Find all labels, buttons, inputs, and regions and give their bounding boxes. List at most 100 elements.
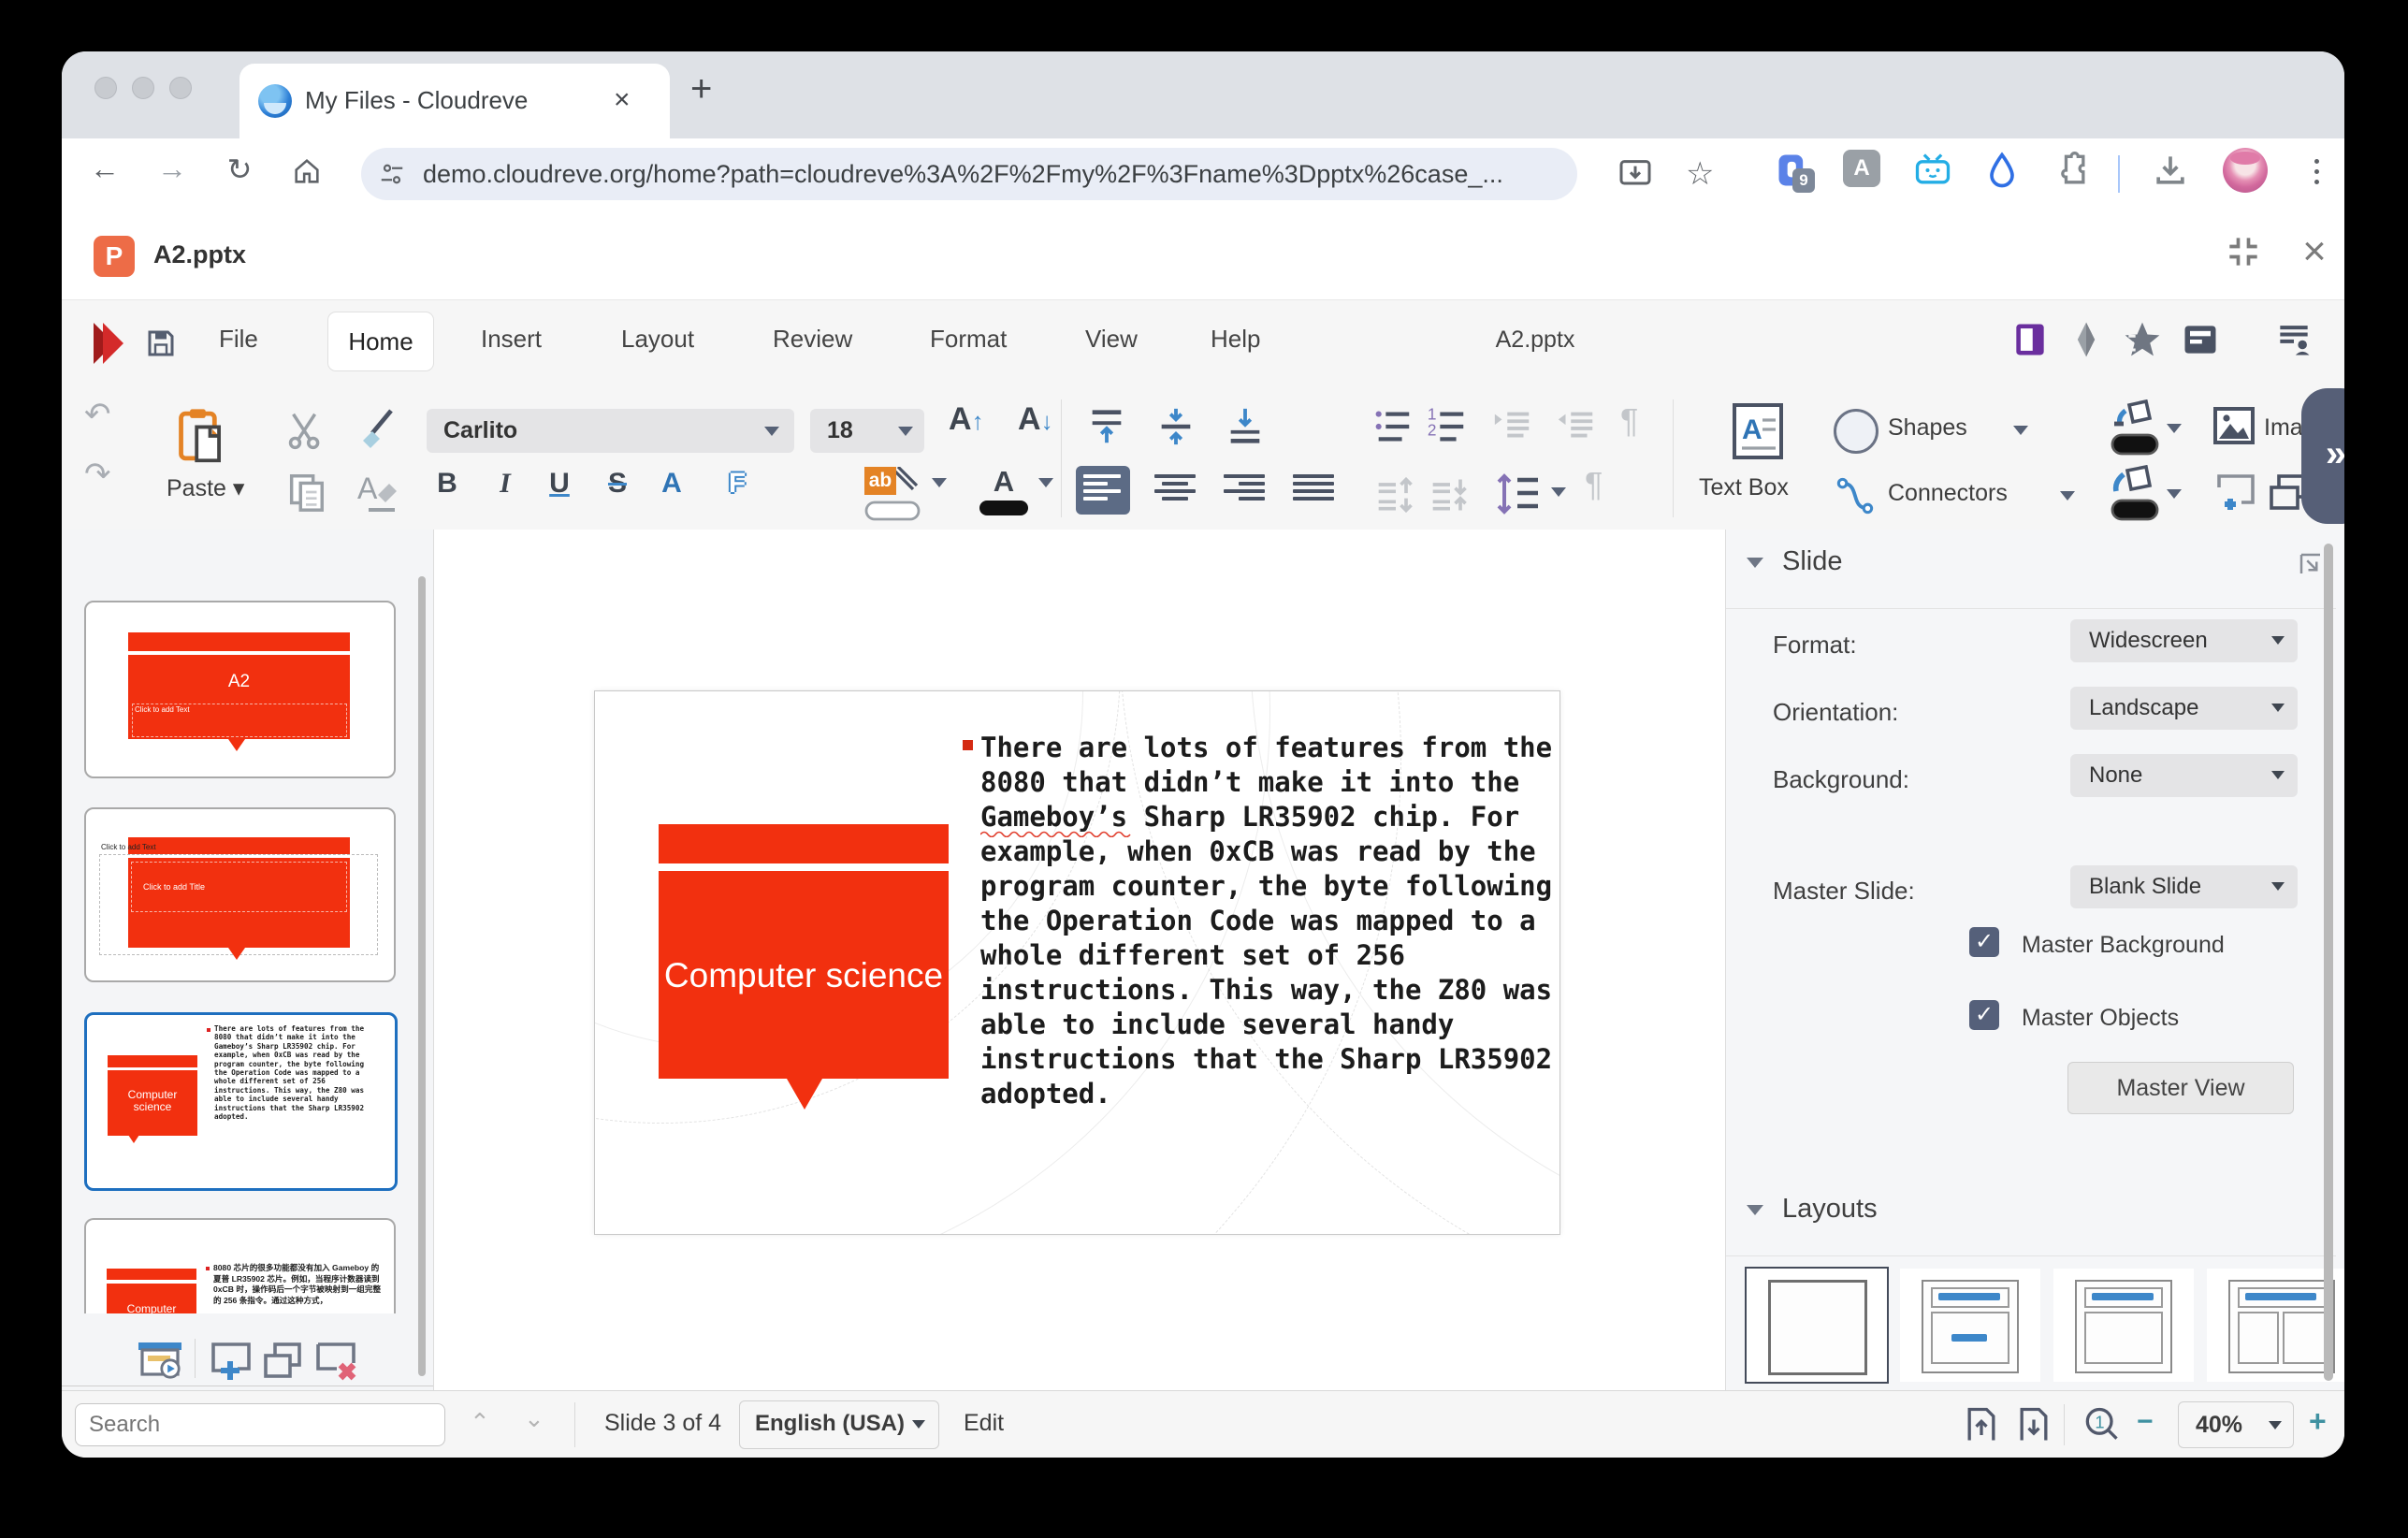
find-next-icon[interactable]: ⌃ [524, 1402, 544, 1431]
format-select[interactable]: Widescreen [2070, 619, 2298, 662]
menu-view[interactable]: View [1085, 325, 1138, 354]
fit-slide-icon[interactable] [1961, 1404, 2002, 1445]
save-icon[interactable] [144, 326, 178, 360]
current-slide[interactable]: Computer science There are lots of featu… [594, 690, 1560, 1235]
browser-menu-icon[interactable] [2298, 153, 2335, 195]
zoom-100-icon[interactable]: 1 [2081, 1404, 2122, 1445]
layout-blank-selected[interactable] [1747, 1269, 1887, 1382]
search-input[interactable] [75, 1403, 445, 1446]
align-bottom-icon[interactable] [1224, 405, 1267, 448]
layout-title-body[interactable] [2053, 1269, 2194, 1382]
slide-title-shape[interactable]: Computer science [659, 871, 949, 1079]
text-direction-icon[interactable]: ¶ [1620, 401, 1638, 441]
shapes-icon[interactable] [1834, 409, 1879, 454]
outline-color-caret-icon[interactable] [2167, 424, 2182, 433]
paste-button[interactable]: Paste ▾ [167, 474, 244, 502]
align-left-button[interactable] [1076, 466, 1130, 515]
profile-avatar[interactable] [2223, 148, 2268, 193]
text-box-button[interactable]: Text Box [1699, 474, 1789, 501]
slide-thumbnail-4[interactable]: Computer 8080 芯片的很多功能都没有加入 Gameboy 的夏普 L… [84, 1218, 396, 1313]
install-app-icon[interactable] [1617, 155, 1654, 193]
line-spacing-icon[interactable] [1495, 471, 1542, 517]
bilibili-extension-icon[interactable] [1912, 150, 1953, 191]
shapes-caret-icon[interactable] [2013, 426, 2028, 435]
address-bar[interactable]: demo.cloudreve.org/home?path=cloudreve%3… [361, 148, 1577, 200]
a-extension-icon[interactable]: A [1843, 150, 1884, 191]
tab-close-icon[interactable]: × [614, 84, 631, 116]
bookmark-star-icon[interactable]: ☆ [1686, 155, 1714, 193]
zoom-select[interactable]: 40% [2178, 1401, 2294, 1448]
delete-slide-icon[interactable] [314, 1341, 357, 1382]
insert-placeholder-icon[interactable] [2213, 471, 2258, 515]
shapes-button[interactable]: Shapes [1888, 414, 1967, 442]
numbering-icon[interactable]: 12 [1426, 405, 1469, 448]
connectors-caret-icon[interactable] [2060, 491, 2075, 501]
fit-width-icon[interactable] [2013, 1404, 2054, 1445]
image-icon[interactable] [2212, 405, 2256, 446]
collapse-chevron-icon[interactable] [1747, 558, 1763, 568]
favorites-star-icon[interactable] [2122, 319, 2167, 364]
menu-file[interactable]: File [219, 325, 258, 354]
start-slideshow-icon[interactable] [137, 1341, 183, 1380]
text-box-icon[interactable]: A [1731, 401, 1785, 461]
language-button[interactable]: English (USA) [739, 1400, 939, 1449]
master-background-checkbox[interactable]: ✓ [1969, 927, 1999, 957]
zoom-in-icon[interactable]: + [2309, 1404, 2327, 1439]
fill-color-caret-icon[interactable] [2167, 489, 2182, 499]
master-objects-checkbox[interactable]: ✓ [1969, 1000, 1999, 1030]
toolbar-expand-button[interactable]: » [2301, 388, 2344, 524]
align-top-icon[interactable] [1085, 405, 1128, 448]
clear-style-icon[interactable]: A [354, 469, 399, 515]
font-name-select[interactable]: Carlito [427, 409, 794, 453]
image-button[interactable]: Image [2264, 414, 2305, 442]
slide-thumbnail-3-selected[interactable]: Computer science There are lots of featu… [84, 1012, 398, 1191]
bullets-icon[interactable] [1371, 405, 1414, 448]
undo-icon[interactable]: ↶ [84, 396, 111, 433]
bold-button[interactable]: B [427, 468, 468, 500]
copy-icon[interactable] [284, 471, 327, 514]
master-slide-select[interactable]: Blank Slide [2070, 865, 2298, 908]
align-center-button[interactable] [1154, 474, 1196, 508]
font-color-button[interactable]: A [977, 465, 1031, 515]
back-icon[interactable]: ← [82, 152, 127, 186]
fill-color-icon[interactable] [2107, 465, 2159, 521]
find-previous-icon[interactable]: ⌃ [470, 1408, 490, 1437]
strikethrough-button[interactable]: S [597, 468, 638, 500]
drop-extension-icon[interactable] [1981, 150, 2023, 191]
decrease-font-icon[interactable]: A↓ [1018, 401, 1053, 438]
justify-button[interactable] [1293, 474, 1334, 508]
increase-font-icon[interactable]: A↑ [949, 401, 984, 438]
font-color-caret-icon[interactable] [1038, 478, 1053, 487]
minimize-window-button[interactable] [132, 77, 154, 99]
slide-top-bar[interactable] [659, 824, 949, 863]
underline-button[interactable]: U [539, 468, 580, 500]
move-down-icon[interactable] [1429, 474, 1471, 515]
slide-thumbnail-2[interactable]: Click to add Text Click to add Title [84, 807, 396, 982]
add-slide-icon[interactable] [210, 1341, 253, 1382]
downloads-icon[interactable] [2150, 150, 2191, 191]
feedback-user-icon[interactable] [2273, 319, 2318, 364]
collapse-chevron-icon[interactable] [1747, 1205, 1763, 1215]
card-panel-icon[interactable] [2180, 319, 2225, 364]
new-tab-button[interactable]: + [690, 68, 712, 110]
browser-tab[interactable]: My Files - Cloudreve × [239, 64, 670, 138]
exit-fullscreen-icon[interactable] [2223, 231, 2268, 276]
shape-settings-icon[interactable] [2066, 319, 2111, 364]
password-extension-icon[interactable]: 9 [1774, 150, 1815, 191]
align-middle-icon[interactable] [1154, 405, 1197, 448]
reload-icon[interactable]: ↻ [217, 152, 262, 187]
slide-body-text[interactable]: There are lots of features from the 8080… [980, 731, 1560, 1111]
move-up-icon[interactable] [1375, 474, 1416, 515]
extensions-puzzle-icon[interactable] [2051, 150, 2092, 191]
redo-icon[interactable]: ↷ [84, 456, 111, 493]
connectors-icon[interactable] [1834, 474, 1877, 517]
open-panel-icon[interactable] [2297, 550, 2325, 578]
menu-home[interactable]: Home [327, 312, 434, 371]
menu-review[interactable]: Review [773, 325, 852, 354]
forward-icon[interactable]: → [150, 152, 195, 186]
master-view-button[interactable]: Master View [2067, 1062, 2294, 1114]
zoom-out-icon[interactable]: − [2137, 1406, 2154, 1438]
menu-help[interactable]: Help [1211, 325, 1260, 354]
menu-format[interactable]: Format [930, 325, 1007, 354]
home-icon[interactable] [284, 150, 329, 193]
